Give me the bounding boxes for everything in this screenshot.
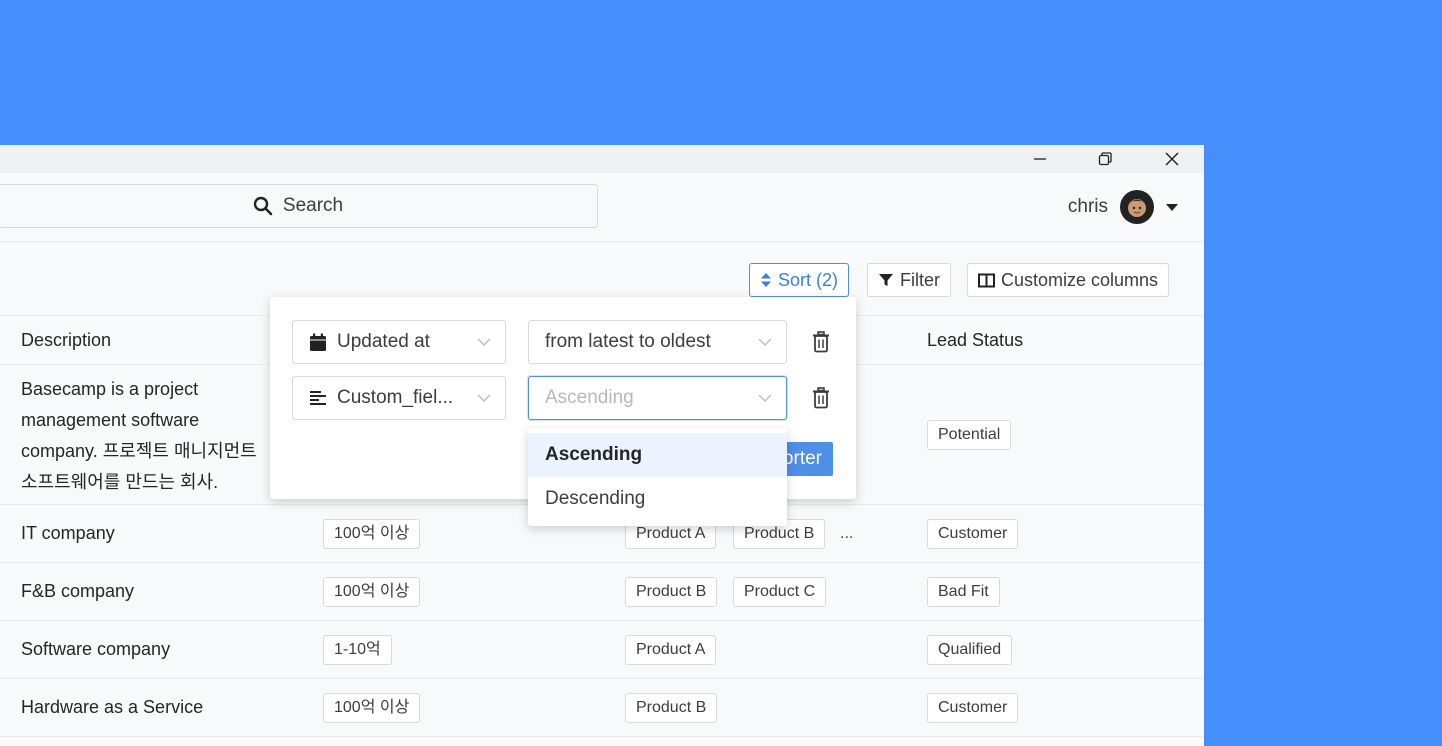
close-button[interactable]	[1149, 145, 1195, 173]
sort-field-select[interactable]: Updated at	[292, 320, 506, 364]
sort-icon	[761, 273, 771, 287]
sort-order-value: from latest to oldest	[545, 331, 711, 352]
sort-order-select[interactable]: from latest to oldest	[528, 320, 787, 364]
filter-label: Filter	[900, 269, 940, 290]
table-row[interactable]: Hardware as a Service 100억 이상 Product B …	[0, 679, 1204, 737]
restore-icon	[1098, 152, 1112, 166]
revenue-tag: 100억 이상	[323, 693, 421, 723]
search-placeholder: Search	[282, 195, 344, 216]
sort-field-value: Custom_fiel...	[337, 387, 454, 408]
table-row[interactable]: F&B company 100억 이상 Product B Product C …	[0, 563, 1204, 621]
avatar[interactable]	[1120, 190, 1154, 224]
sort-order-dropdown: Ascending Descending	[528, 428, 787, 526]
trash-icon	[813, 387, 829, 409]
chevron-down-icon	[758, 394, 772, 402]
search-icon	[253, 196, 273, 216]
restore-button[interactable]	[1082, 145, 1128, 173]
description-cell: IT company	[21, 523, 115, 543]
status-badge: Customer	[927, 693, 1019, 723]
add-sorter-label: orter	[782, 448, 822, 469]
search-input[interactable]: Search	[0, 184, 598, 228]
product-tag: Product C	[733, 577, 827, 607]
header: Search chris	[0, 173, 1204, 242]
description-line: company. 프로젝트 매니지먼트	[21, 441, 257, 461]
description-cell: Software company	[21, 639, 171, 659]
status-badge: Qualified	[927, 635, 1013, 665]
customize-columns-button[interactable]: Customize columns	[967, 263, 1170, 297]
status-badge: Potential	[927, 420, 1012, 450]
description-cell: Hardware as a Service	[21, 697, 204, 717]
status-badge: Customer	[927, 519, 1019, 549]
description-cell: Basecamp is a project management softwar…	[21, 374, 257, 498]
status-badge: Bad Fit	[927, 577, 1000, 607]
column-header-description[interactable]: Description	[21, 330, 111, 351]
minimize-icon	[1034, 158, 1046, 160]
table-row[interactable]: Software company 1-10억 Product A Qualifi…	[0, 621, 1204, 679]
revenue-tag: 100억 이상	[323, 519, 421, 549]
sort-button[interactable]: Sort (2)	[749, 263, 850, 297]
user-menu[interactable]: chris	[1068, 190, 1178, 224]
chevron-down-icon	[758, 338, 772, 346]
revenue-tag: 1-10억	[323, 635, 392, 665]
close-icon	[1165, 152, 1179, 166]
description-line: 소프트웨어를 만드는 회사.	[21, 472, 219, 492]
trash-icon	[813, 331, 829, 353]
dropdown-option-descending[interactable]: Descending	[528, 477, 787, 521]
description-line: management software	[21, 410, 200, 430]
product-tag: Product B	[625, 693, 718, 723]
product-tag: Product A	[625, 635, 717, 665]
revenue-tag: 100억 이상	[323, 577, 421, 607]
more-products-indicator[interactable]: ...	[840, 525, 853, 543]
calendar-icon	[309, 333, 327, 352]
chevron-down-icon[interactable]	[1166, 203, 1178, 211]
column-header-lead-status[interactable]: Lead Status	[927, 330, 1023, 351]
delete-sort-rule-button[interactable]	[810, 330, 832, 354]
dropdown-option-ascending[interactable]: Ascending	[528, 433, 787, 477]
username: chris	[1067, 196, 1108, 217]
filter-button[interactable]: Filter	[867, 263, 951, 297]
minimize-button[interactable]	[1017, 145, 1063, 173]
sort-field-value: Updated at	[337, 331, 430, 352]
description-line: Basecamp is a project	[21, 379, 199, 399]
text-align-icon	[309, 390, 327, 406]
sort-field-select[interactable]: Custom_fiel...	[292, 376, 506, 420]
delete-sort-rule-button[interactable]	[810, 386, 832, 410]
sort-order-select[interactable]: Ascending	[528, 376, 787, 420]
customize-columns-label: Customize columns	[1001, 269, 1159, 290]
product-tag: Product B	[625, 577, 718, 607]
filter-icon	[879, 274, 893, 286]
description-cell: F&B company	[21, 581, 135, 601]
columns-icon	[978, 273, 995, 287]
sort-label: Sort (2)	[778, 269, 839, 290]
sort-order-placeholder: Ascending	[545, 387, 634, 408]
chevron-down-icon	[477, 394, 491, 402]
chevron-down-icon	[477, 338, 491, 346]
title-bar	[0, 145, 1204, 173]
